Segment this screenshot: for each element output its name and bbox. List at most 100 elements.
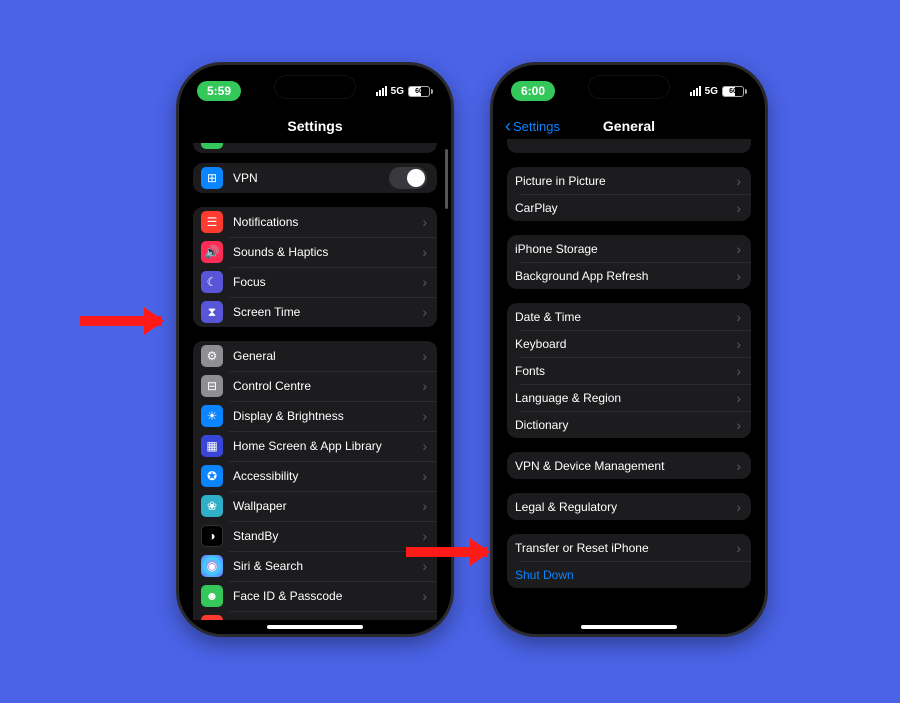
nav-bar: ‹ Settings General [493,109,765,143]
group-airplay-peek [507,139,751,153]
dynamic-island [274,75,356,99]
row-label: Focus [233,275,422,289]
group-storage: iPhone Storage›Background App Refresh› [507,235,751,289]
row-label: Wallpaper [233,499,422,513]
group-datetime: Date & Time›Keyboard›Fonts›Language & Re… [507,303,751,438]
row-label: VPN & Device Management [515,459,736,473]
row-vpndm[interactable]: VPN & Device Management› [507,452,751,479]
network-label: 5G [705,86,718,97]
row-display[interactable]: ☀Display & Brightness› [193,401,437,431]
nav-back-button[interactable]: ‹ Settings [505,117,560,135]
chevron-right-icon: › [736,173,741,189]
row-faceid[interactable]: ☻ Face ID & Passcode› [193,581,437,611]
faceid-icon: ☻ [201,585,223,607]
chevron-right-icon: › [736,309,741,325]
battery-icon: 60 [722,86,747,97]
chevron-right-icon: › [422,438,427,454]
row-airplay-partial[interactable] [507,139,751,153]
chevron-right-icon: › [422,408,427,424]
row-bgapp[interactable]: Background App Refresh› [507,262,751,289]
row-notifications[interactable]: ☰ Notifications› [193,207,437,237]
row-dict[interactable]: Dictionary› [507,411,751,438]
display-icon: ☀ [201,405,223,427]
row-carplay[interactable]: CarPlay› [507,194,751,221]
status-time: 6:00 [511,81,555,101]
previous-group-edge [193,143,437,153]
homescreen-icon: ▦ [201,435,223,457]
screentime-icon: ⧗ [201,301,223,323]
home-indicator[interactable] [267,625,363,629]
row-label: Face ID & Passcode [233,589,422,603]
general-icon: ⚙ [201,345,223,367]
row-label: iPhone Storage [515,242,736,256]
row-homescreen[interactable]: ▦ Home Screen & App Library› [193,431,437,461]
row-datetime[interactable]: Date & Time› [507,303,751,330]
chevron-right-icon: › [422,304,427,320]
vpn-toggle[interactable] [389,167,427,189]
row-label: VPN [233,171,389,185]
row-label: Home Screen & App Library [233,439,422,453]
chevron-left-icon: ‹ [505,117,511,135]
nav-title: Settings [287,118,342,134]
chevron-right-icon: › [422,214,427,230]
row-label: Date & Time [515,310,736,324]
sos-icon: SOS [201,615,223,620]
annotation-arrow-transfer [406,547,488,557]
row-sos[interactable]: SOSEmergency SOS› [193,611,437,620]
row-screentime[interactable]: ⧗ Screen Time› [193,297,437,327]
signal-bars-icon [376,86,387,96]
signal-bars-icon [690,86,701,96]
chevron-right-icon: › [422,468,427,484]
row-keyboard[interactable]: Keyboard› [507,330,751,357]
row-accessibility[interactable]: ✪Accessibility› [193,461,437,491]
sounds-icon: 🔊 [201,241,223,263]
row-controlcentre[interactable]: ⊟Control Centre› [193,371,437,401]
group-vpn-dm: VPN & Device Management› [507,452,751,479]
group-transfer: Transfer or Reset iPhone› Shut Down [507,534,751,588]
chevron-right-icon: › [422,378,427,394]
row-wallpaper[interactable]: ❀Wallpaper› [193,491,437,521]
chevron-right-icon: › [736,499,741,515]
chevron-right-icon: › [422,618,427,620]
group-legal: Legal & Regulatory› [507,493,751,520]
row-standby[interactable]: ◑StandBy› [193,521,437,551]
siri-icon: ◉ [201,555,223,577]
row-label: Control Centre [233,379,422,393]
row-legal[interactable]: Legal & Regulatory› [507,493,751,520]
row-transfer[interactable]: Transfer or Reset iPhone› [507,534,751,561]
row-label: CarPlay [515,201,736,215]
scrollbar[interactable] [445,149,448,209]
row-langreg[interactable]: Language & Region› [507,384,751,411]
nav-bar: Settings [179,109,451,143]
standby-icon: ◑ [201,525,223,547]
row-label: Picture in Picture [515,174,736,188]
row-label: Notifications [233,215,422,229]
row-label: Dictionary [515,418,736,432]
row-fonts[interactable]: Fonts› [507,357,751,384]
home-indicator[interactable] [581,625,677,629]
row-label: Shut Down [515,568,741,582]
row-label: Keyboard [515,337,736,351]
group-notifications: ☰ Notifications› 🔊 Sounds & Haptics › ☾ Focus ›… [193,207,437,327]
chevron-right-icon: › [422,528,427,544]
focus-icon: ☾ [201,271,223,293]
row-siri[interactable]: ◉ Siri & Search› [193,551,437,581]
row-sounds[interactable]: 🔊Sounds & Haptics› [193,237,437,267]
row-shutdown[interactable]: Shut Down [507,561,751,588]
chevron-right-icon: › [422,588,427,604]
row-label: Sounds & Haptics [233,245,422,259]
notifications-icon: ☰ [201,211,223,233]
row-label: Siri & Search [233,559,422,573]
vpn-icon: ⊞ [201,167,223,189]
row-storage[interactable]: iPhone Storage› [507,235,751,262]
row-focus[interactable]: ☾Focus› [193,267,437,297]
row-pip[interactable]: Picture in Picture› [507,167,751,194]
chevron-right-icon: › [422,558,427,574]
battery-icon: 60 [408,86,433,97]
row-label: Screen Time [233,305,422,319]
status-time: 5:59 [197,81,241,101]
row-vpn[interactable]: ⊞ VPN [193,163,437,193]
row-general[interactable]: ⚙General› [193,341,437,371]
row-label: General [233,349,422,363]
chevron-right-icon: › [736,336,741,352]
